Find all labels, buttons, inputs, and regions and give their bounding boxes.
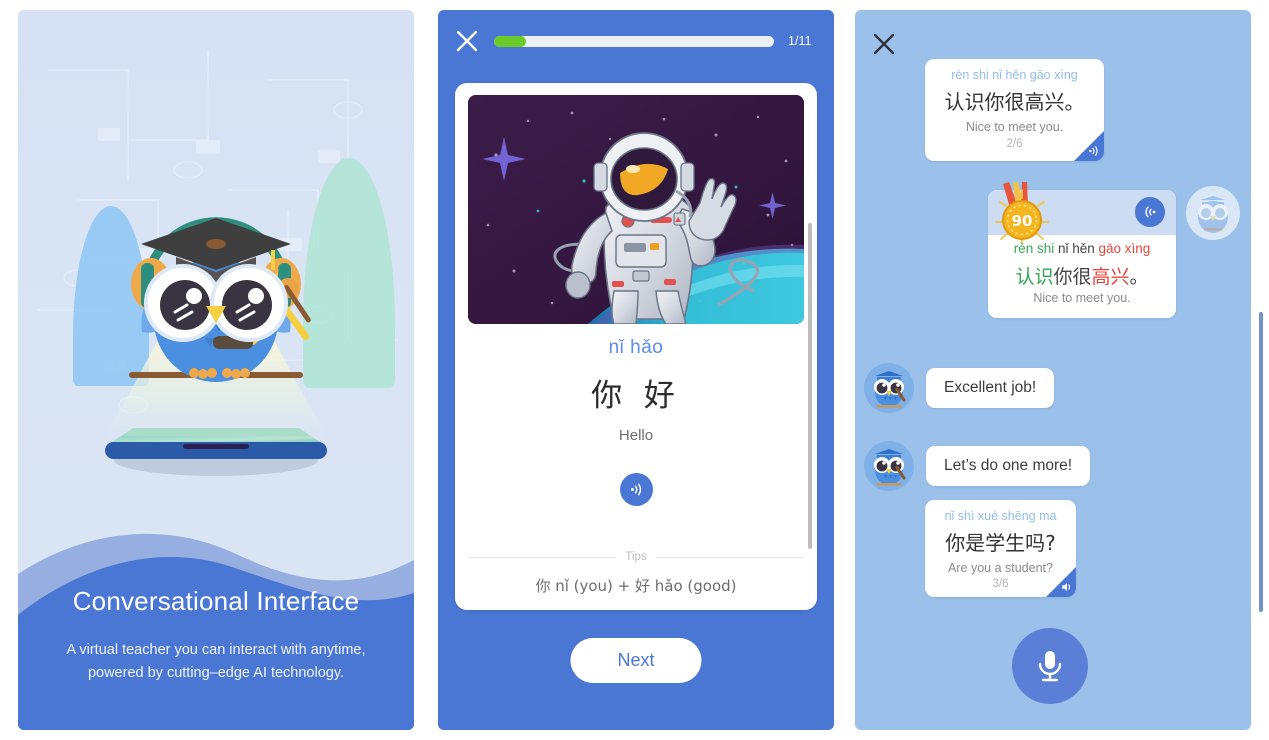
onboarding-copy: Conversational Interface A virtual teach… xyxy=(18,586,414,684)
onboarding-subtitle-line-2: powered by cutting–edge AI technology. xyxy=(87,664,345,681)
lesson-hanzi: 你 好 xyxy=(591,378,681,414)
owl-avatar xyxy=(864,441,914,491)
hanzi-part-ok: 你很 xyxy=(1053,266,1092,288)
screenshot-stage: Conversational Interface A virtual teach… xyxy=(0,0,1269,740)
owl-teacher-illustration xyxy=(103,217,329,476)
close-icon[interactable] xyxy=(871,31,897,57)
hanzi-part-bad: 高兴 xyxy=(1091,266,1130,288)
chat-bubble-prompt: nǐ shì xué shēng ma 你是学生吗? Are you a stu… xyxy=(925,500,1076,597)
lesson-progress-fill xyxy=(494,35,527,47)
microphone-button[interactable] xyxy=(1012,628,1088,704)
lesson-progress-bar xyxy=(494,35,774,47)
speaker-glyph xyxy=(1062,583,1071,591)
owl-avatar xyxy=(864,363,914,413)
tips-text: 你 nǐ (you) + 好 hǎo (good) xyxy=(535,577,737,595)
speaker-icon[interactable] xyxy=(1074,131,1104,161)
sound-wave-glyph xyxy=(1145,206,1156,218)
page-title: Conversational Interface xyxy=(72,586,360,617)
sound-wave-icon[interactable] xyxy=(1135,197,1165,227)
close-icon[interactable] xyxy=(454,28,480,54)
lesson-panel: 1/11 nǐ hǎo 你 好 Hello Tips 你 nǐ (you) + … xyxy=(438,10,834,730)
speaker-glyph xyxy=(630,483,641,496)
astronaut-illustration xyxy=(468,95,804,324)
onboarding-panel: Conversational Interface A virtual teach… xyxy=(18,10,414,730)
score-medal-icon: 90 xyxy=(995,182,1049,244)
chat-header xyxy=(871,31,897,62)
lesson-english: Hello xyxy=(618,427,654,444)
hanzi-part-period: 。 xyxy=(1129,266,1149,288)
speaker-icon[interactable] xyxy=(619,473,653,506)
lesson-progress-label: 1/11 xyxy=(788,34,812,48)
next-button-label: Next xyxy=(617,650,655,670)
astronaut-svg xyxy=(468,95,804,324)
chat-row-teacher: Let’s do one more! xyxy=(864,441,1091,491)
chat-scrollbar[interactable] xyxy=(1259,312,1263,612)
scored-pinyin: rèn shi nǐ hěn gāo xìng xyxy=(988,241,1176,256)
score-value: 90 xyxy=(1012,212,1033,230)
bubble-pinyin: rèn shi nǐ hěn gāo xìng xyxy=(951,68,1078,82)
card-scrollbar[interactable] xyxy=(808,223,812,549)
pinyin-part-bad: gāo xìng xyxy=(1098,241,1151,256)
chat-bubble-scored: 90 rèn shi nǐ hěn gāo xìng 认识你很高兴。 Nice … xyxy=(988,182,1176,318)
speaker-glyph xyxy=(1089,146,1098,156)
onboarding-subtitle-line-1: A virtual teacher you can interact with … xyxy=(66,642,366,659)
chat-row-teacher: Excellent job! xyxy=(864,363,1055,413)
hanzi-part-good: 认识 xyxy=(1015,266,1054,288)
speaker-icon[interactable] xyxy=(1046,567,1076,597)
microphone-icon xyxy=(1038,651,1062,682)
bubble-hanzi: 认识你很高兴。 xyxy=(944,90,1085,114)
lesson-text-block: nǐ hǎo 你 好 Hello xyxy=(455,337,817,506)
teacher-message-text: Excellent job! xyxy=(944,379,1037,396)
tips-label: Tips xyxy=(625,551,647,563)
next-button[interactable]: Next xyxy=(570,638,702,683)
teacher-message-bubble: Excellent job! xyxy=(926,368,1055,408)
teacher-message-bubble: Let’s do one more! xyxy=(926,446,1091,486)
bubble-hanzi: 你是学生吗? xyxy=(945,531,1056,555)
owl-avatar-ghost xyxy=(1186,186,1240,240)
lesson-pinyin: nǐ hǎo xyxy=(608,337,664,358)
lesson-card: nǐ hǎo 你 好 Hello Tips 你 nǐ (you) + 好 hǎo… xyxy=(455,83,817,610)
divider-rule-left xyxy=(468,556,617,558)
tips-divider: Tips xyxy=(468,551,804,563)
chat-bubble-prompt: rèn shi nǐ hěn gāo xìng 认识你很高兴。 Nice to … xyxy=(925,59,1104,161)
pinyin-part-ok: nǐ hěn xyxy=(1057,241,1099,256)
bubble-pinyin: nǐ shì xué shēng ma xyxy=(944,509,1057,523)
divider-rule-right xyxy=(655,556,804,558)
scored-hanzi: 认识你很高兴。 xyxy=(988,262,1176,289)
pinyin-part-good: rèn shi xyxy=(1013,241,1058,256)
teacher-message-text: Let’s do one more! xyxy=(944,457,1073,474)
lesson-header: 1/11 xyxy=(438,10,834,72)
scored-english: Nice to meet you. xyxy=(1033,291,1131,305)
